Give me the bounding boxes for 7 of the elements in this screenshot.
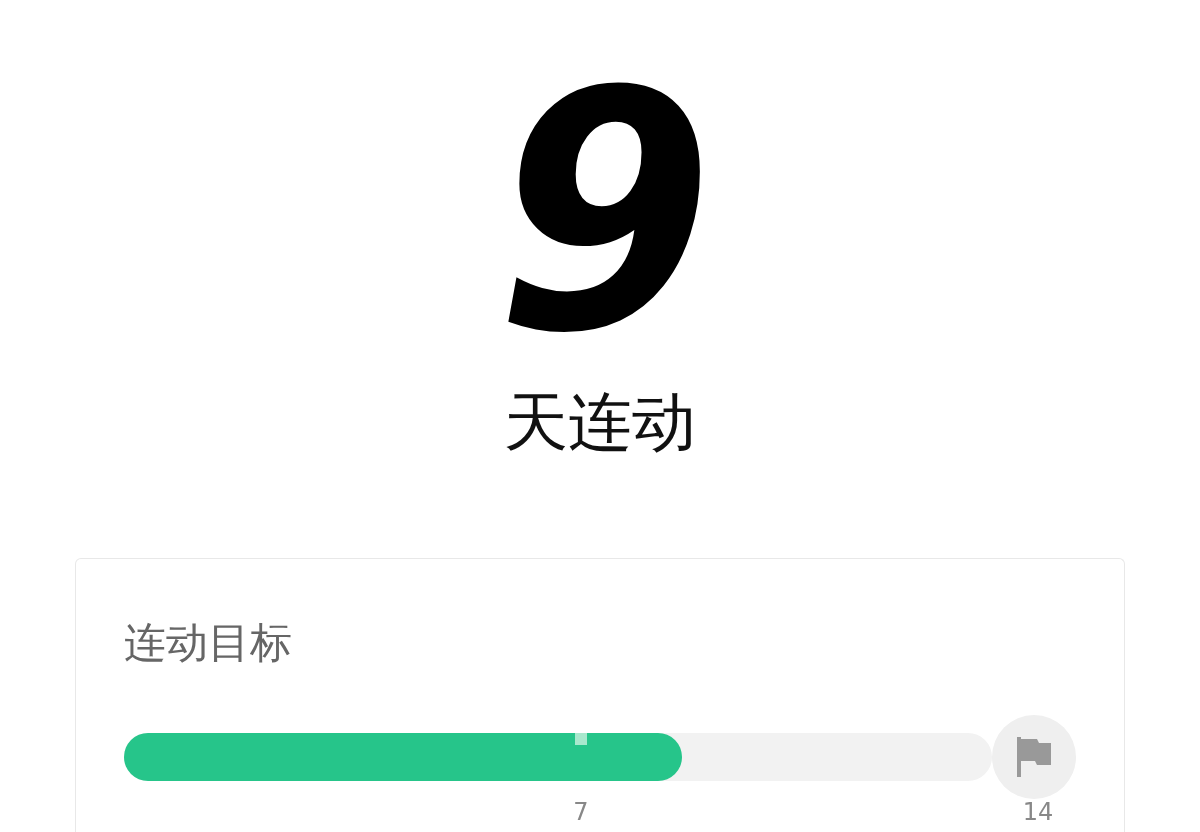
tick-label: 14: [1022, 799, 1054, 825]
milestone-marker: [575, 733, 587, 745]
streak-label: 天连动: [504, 384, 696, 461]
streak-count: 9: [495, 58, 705, 368]
flag-icon: [1017, 737, 1051, 777]
tick-label: 7: [573, 799, 589, 825]
goal-title: 连动目标: [124, 617, 293, 669]
